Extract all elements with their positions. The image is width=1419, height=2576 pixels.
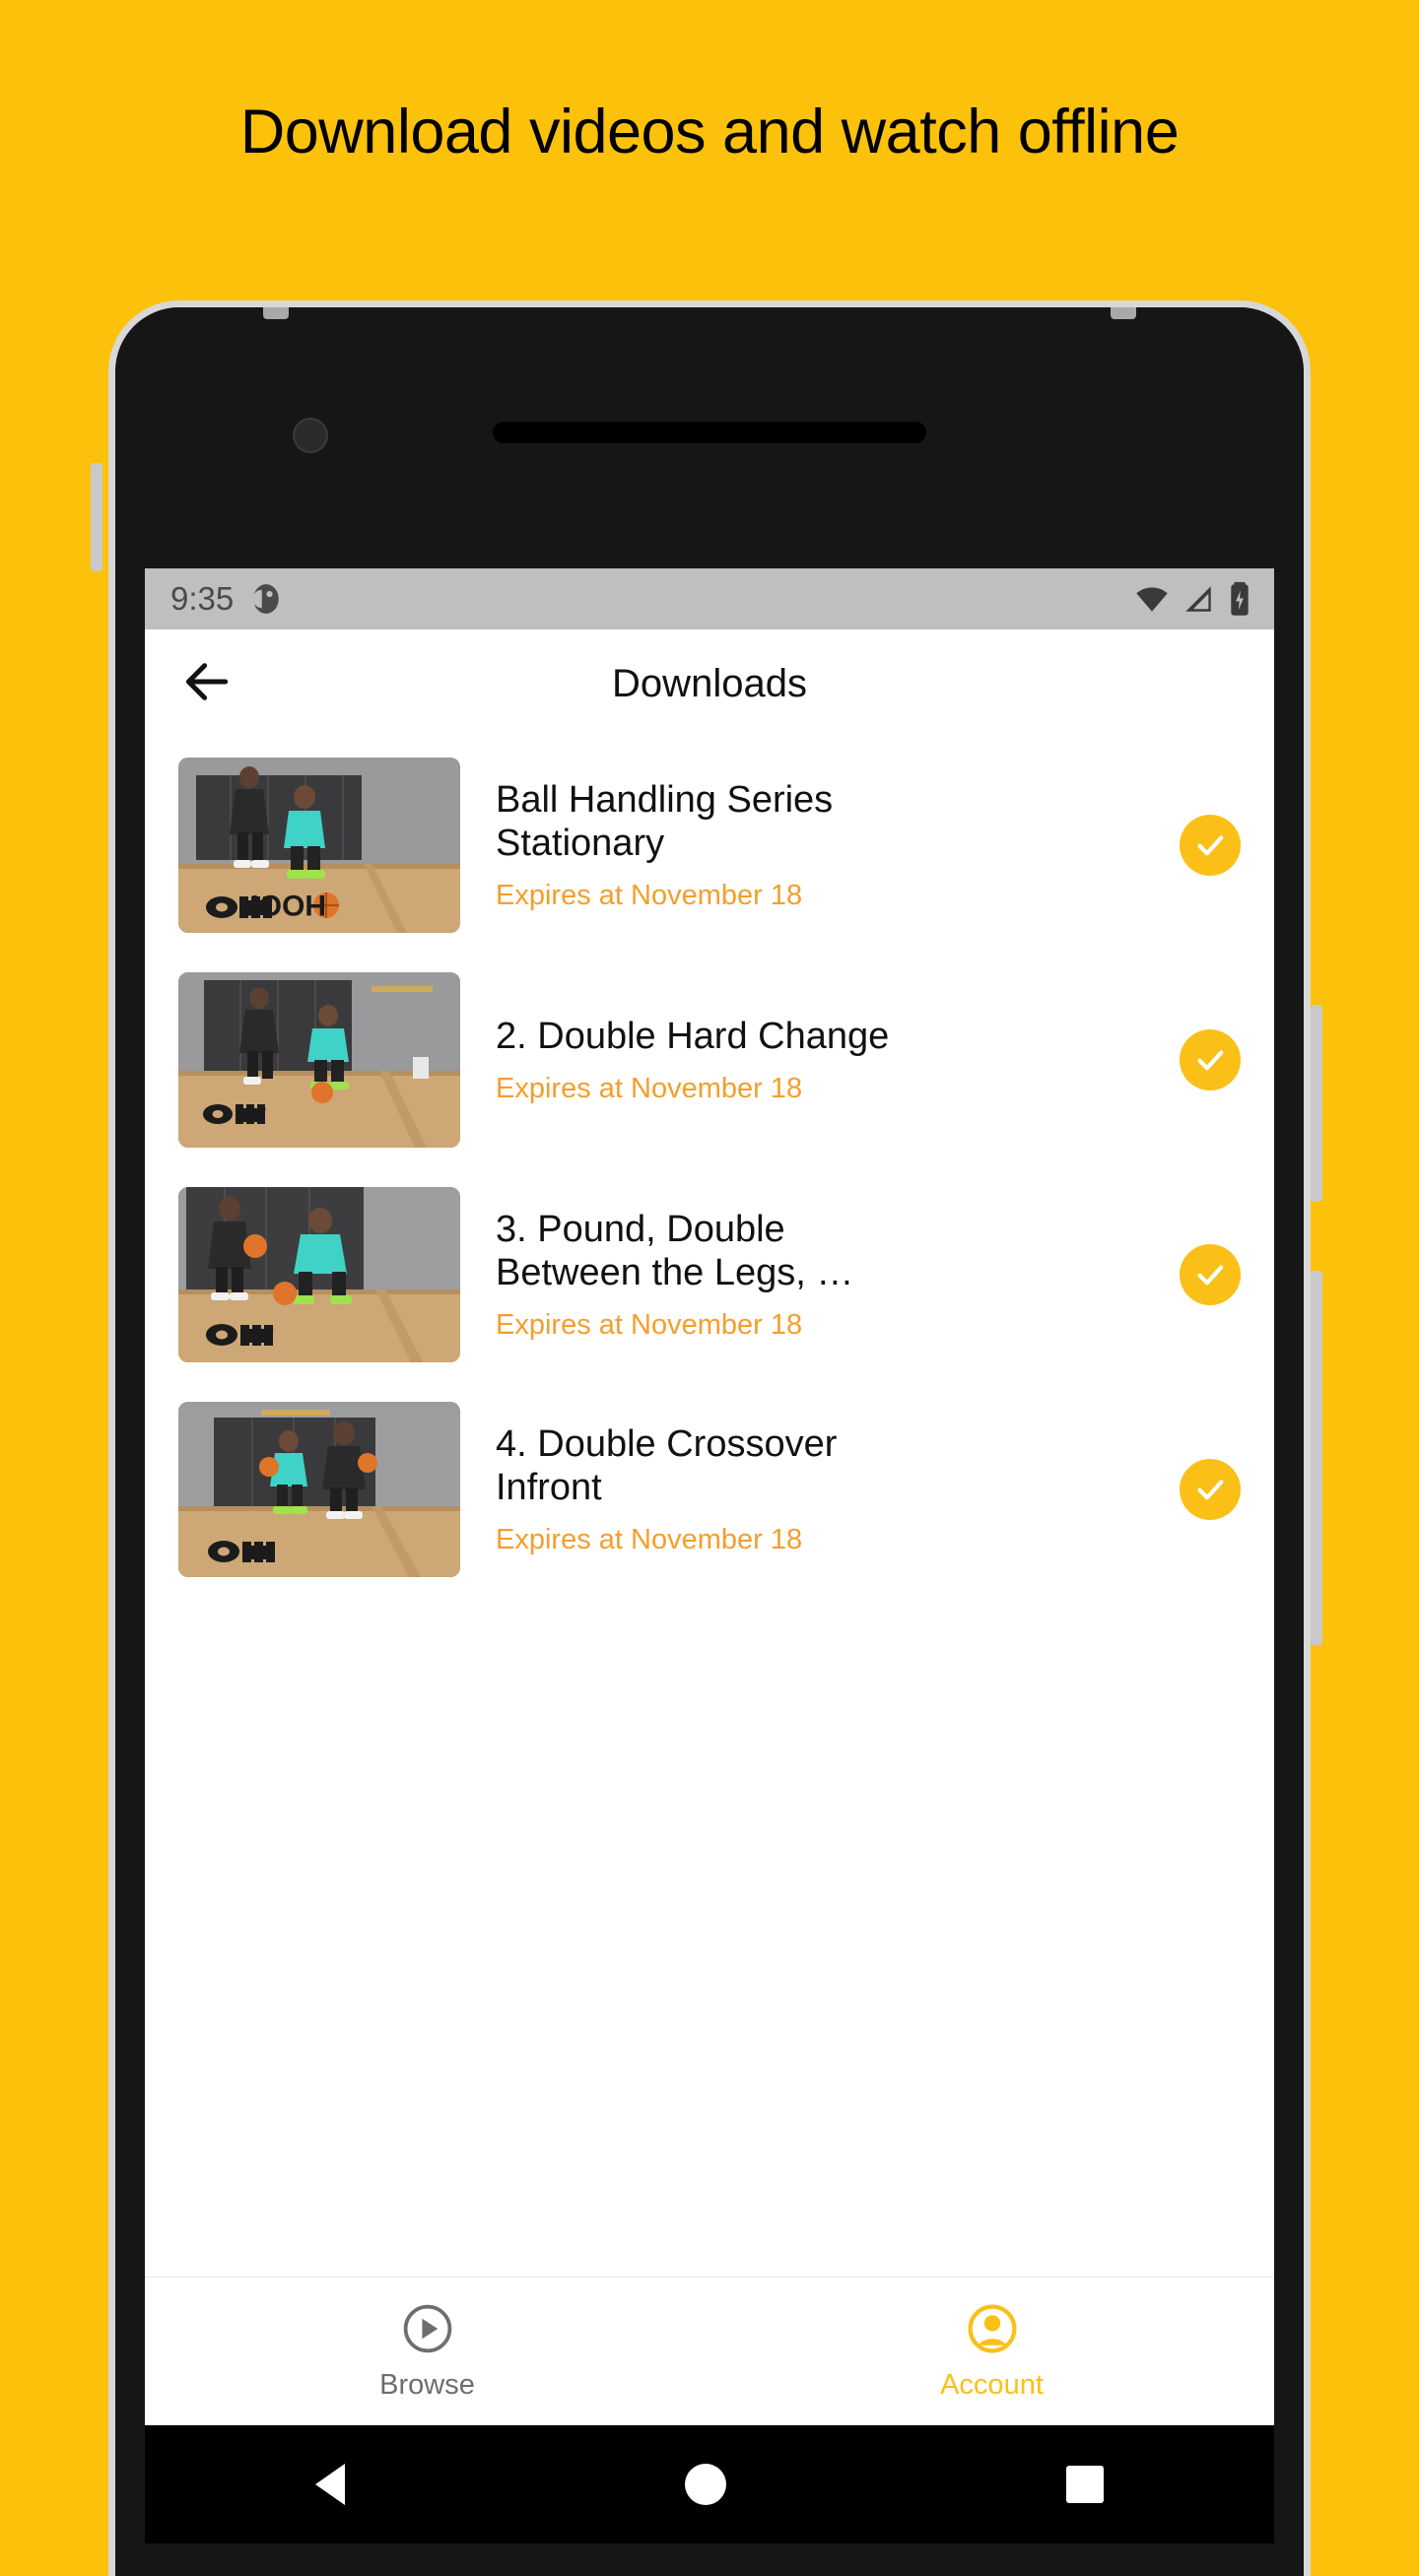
phone-screen-bezel: 9:35 Downloads HOOP Ball Handling Series… <box>115 307 1304 2576</box>
download-complete-badge[interactable] <box>1180 1029 1241 1090</box>
list-item-text: Ball Handling Series Stationary Expires … <box>460 778 1180 913</box>
video-title: 3. Pound, Double Between the Legs, … <box>496 1208 854 1293</box>
expiry-label: Expires at November 18 <box>496 1308 803 1341</box>
arrow-left-icon <box>179 654 235 714</box>
app-bar: Downloads <box>145 629 1274 738</box>
account-circle-icon <box>965 2301 1020 2361</box>
expiry-label: Expires at November 18 <box>496 1523 803 1555</box>
list-item[interactable]: 2. Double Hard Change Expires at Novembe… <box>145 953 1274 1167</box>
list-item[interactable]: HOOP Ball Handling Series Stationary Exp… <box>145 738 1274 953</box>
expiry-label: Expires at November 18 <box>496 1072 803 1104</box>
square-recents-icon[interactable] <box>1066 2466 1105 2503</box>
page-title: Downloads <box>612 661 807 705</box>
android-system-nav <box>145 2425 1274 2543</box>
tab-browse-label: Browse <box>379 2369 475 2401</box>
download-complete-badge[interactable] <box>1180 1244 1241 1305</box>
phone-volume-button <box>91 463 102 571</box>
check-circle-icon <box>1192 827 1228 863</box>
status-bar: 9:35 <box>145 568 1274 629</box>
list-item[interactable]: 4. Double Crossover Infront Expires at N… <box>145 1382 1274 1597</box>
check-circle-icon <box>1192 1257 1228 1292</box>
video-thumbnail[interactable]: HOOP <box>178 758 460 933</box>
phone-device-mockup: 9:35 Downloads HOOP Ball Handling Series… <box>108 300 1311 2576</box>
downloads-list: HOOP Ball Handling Series Stationary Exp… <box>145 738 1274 1597</box>
circle-home-icon[interactable] <box>684 2464 726 2505</box>
bezel-antenna-tab-left <box>263 307 289 319</box>
status-bar-right <box>1134 581 1252 617</box>
tab-account[interactable]: Account <box>710 2278 1274 2425</box>
list-item-text: 3. Pound, Double Between the Legs, … Exp… <box>460 1208 1180 1343</box>
promo-headline: Download videos and watch offline <box>239 98 1180 166</box>
expiry-label: Expires at November 18 <box>496 879 803 911</box>
list-item[interactable]: 3. Pound, Double Between the Legs, … Exp… <box>145 1167 1274 1382</box>
play-circle-icon <box>400 2301 455 2361</box>
video-thumbnail[interactable] <box>178 972 460 1148</box>
status-bar-clock: 9:35 <box>170 580 235 617</box>
video-title: 2. Double Hard Change <box>496 1015 890 1057</box>
cellular-signal-icon <box>1182 582 1215 616</box>
list-item-text: 2. Double Hard Change Expires at Novembe… <box>460 1015 1180 1106</box>
video-thumbnail[interactable] <box>178 1402 460 1577</box>
app-screen: 9:35 Downloads HOOP Ball Handling Series… <box>145 568 1274 2425</box>
list-item-text: 4. Double Crossover Infront Expires at N… <box>460 1422 1180 1557</box>
triangle-back-icon[interactable] <box>314 2464 345 2505</box>
tab-browse[interactable]: Browse <box>145 2278 710 2425</box>
video-title: 4. Double Crossover Infront <box>496 1422 838 1508</box>
front-camera-icon <box>293 418 328 453</box>
download-complete-badge[interactable] <box>1180 1459 1241 1520</box>
video-thumbnail[interactable] <box>178 1187 460 1362</box>
earpiece-speaker <box>493 422 926 443</box>
phone-top-bezel <box>115 307 1304 583</box>
battery-icon <box>1227 581 1252 617</box>
bezel-antenna-tab-right <box>1111 307 1136 319</box>
video-title: Ball Handling Series Stationary <box>496 778 834 864</box>
wifi-icon <box>1134 581 1170 617</box>
back-button[interactable] <box>172 649 241 718</box>
phone-power-button <box>1311 1005 1322 1202</box>
bottom-navigation-bar: Browse Account <box>145 2277 1274 2425</box>
tab-account-label: Account <box>940 2369 1044 2401</box>
svg-text:HOOP: HOOP <box>239 889 326 921</box>
status-bar-left: 9:35 <box>170 580 283 618</box>
phone-volume-rocker <box>1311 1271 1322 1645</box>
check-circle-icon <box>1192 1042 1228 1078</box>
clock-notification-icon <box>249 582 283 616</box>
check-circle-icon <box>1192 1472 1228 1507</box>
download-complete-badge[interactable] <box>1180 815 1241 876</box>
